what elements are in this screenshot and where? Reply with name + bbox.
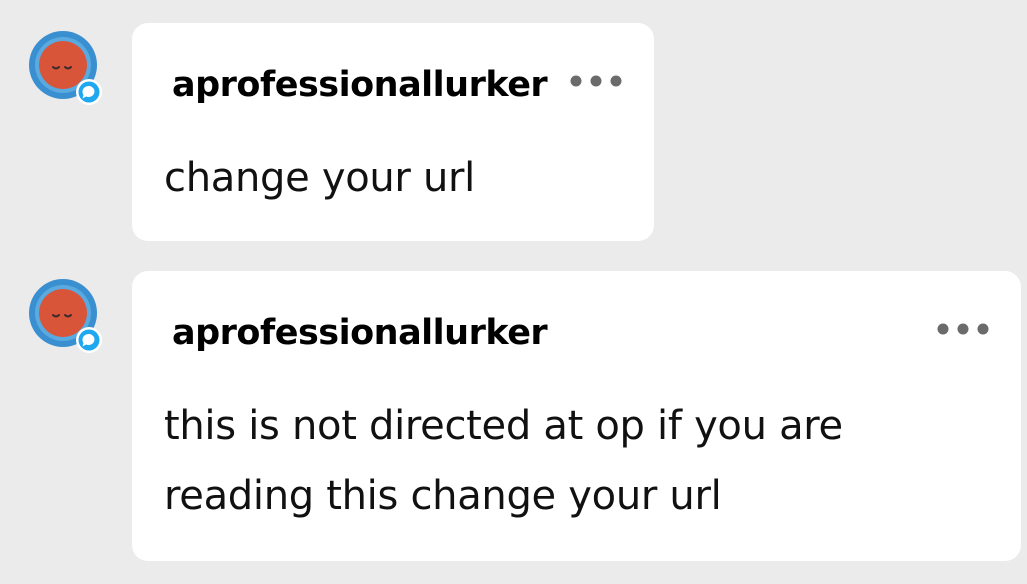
- username[interactable]: aprofessionallurker: [172, 63, 548, 107]
- username[interactable]: aprofessionallurker: [172, 311, 548, 355]
- more-options-icon[interactable]: [935, 321, 991, 337]
- reply-text: this is not directed at op if you are re…: [164, 403, 843, 519]
- avatar[interactable]: [29, 31, 103, 105]
- reply-bubble: aprofessionallurker this is not directed…: [132, 271, 1021, 561]
- sleepy-face-icon: [29, 279, 102, 353]
- sleepy-face-icon: [29, 31, 102, 105]
- reply-text: change your url: [164, 155, 475, 201]
- reply-bubble: aprofessionallurker change your url: [132, 23, 654, 241]
- avatar[interactable]: [29, 279, 103, 353]
- more-options-icon[interactable]: [568, 73, 624, 89]
